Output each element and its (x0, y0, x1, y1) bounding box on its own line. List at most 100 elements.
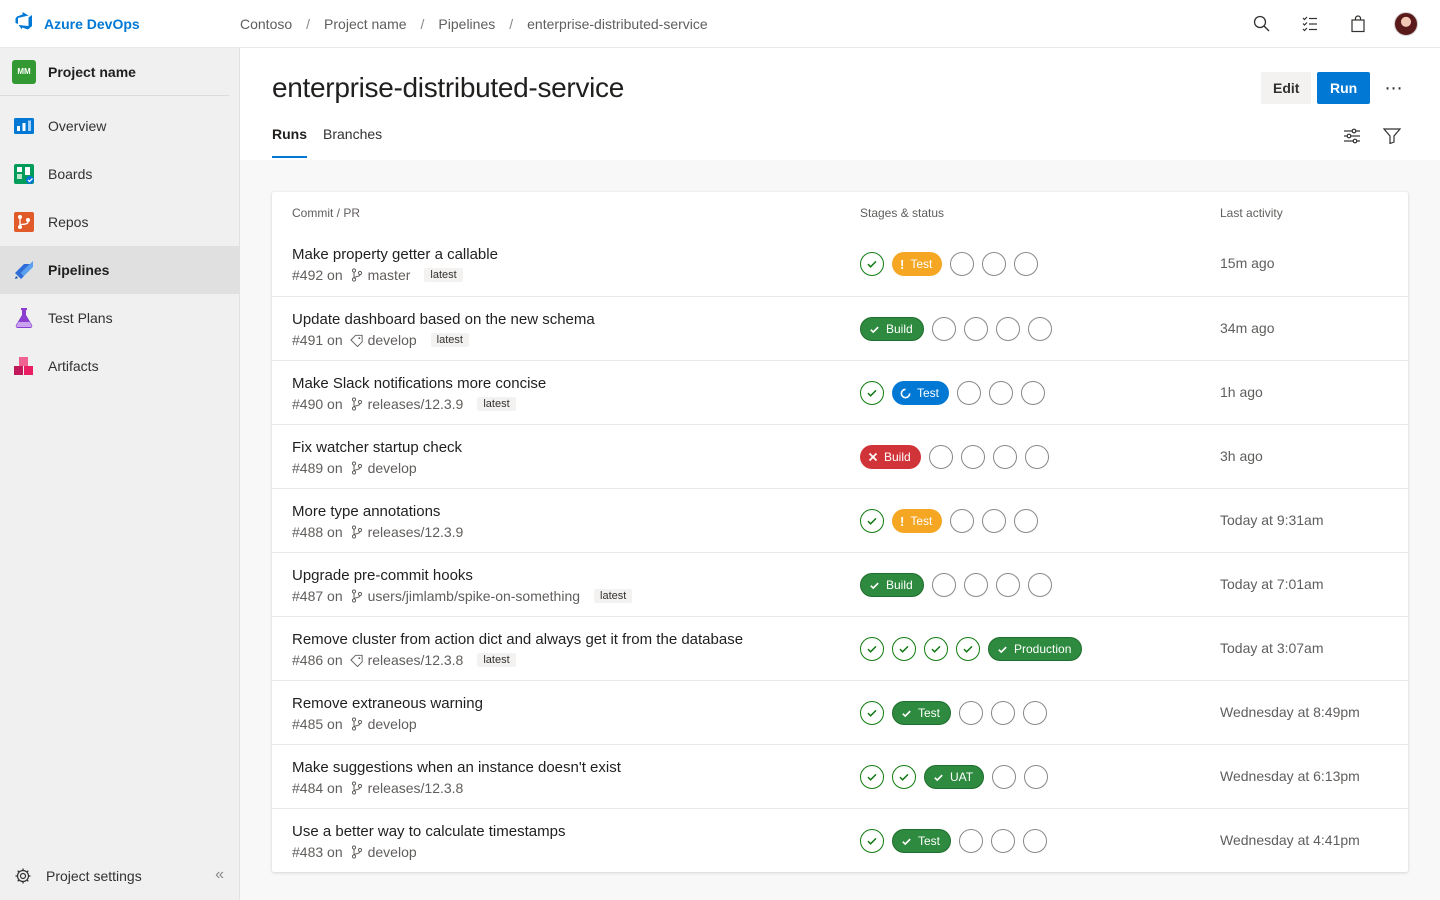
stage-succeeded[interactable] (860, 381, 884, 405)
run-button[interactable]: Run (1317, 72, 1371, 104)
user-menu-button[interactable] (1382, 0, 1430, 48)
stage-pending[interactable] (963, 573, 988, 597)
branch-name[interactable]: releases/12.3.8 (368, 780, 464, 796)
tab-runs[interactable]: Runs (272, 126, 307, 158)
tab-branches[interactable]: Branches (323, 126, 382, 158)
stage-success[interactable]: Test (892, 701, 952, 725)
stage-warning[interactable]: ! Test (892, 252, 943, 276)
stage-pending[interactable] (989, 381, 1014, 405)
sidebar-item-repos[interactable]: Repos (0, 198, 239, 246)
breadcrumb-pipelines[interactable]: Pipelines (438, 16, 495, 32)
table-row[interactable]: More type annotations #488 on releases/12.… (272, 488, 1408, 552)
branch-name[interactable]: releases/12.3.9 (368, 524, 464, 540)
stage-success[interactable]: Production (988, 637, 1083, 661)
stage-succeeded[interactable] (860, 765, 884, 789)
commit-title[interactable]: Update dashboard based on the new schema (292, 311, 595, 328)
table-row[interactable]: Fix watcher startup check #489 on develop B… (272, 424, 1408, 488)
sidebar-item-pipelines[interactable]: Pipelines (0, 246, 239, 294)
stage-succeeded[interactable] (860, 509, 884, 533)
table-row[interactable]: Make Slack notifications more concise #49… (272, 360, 1408, 424)
branch-name[interactable]: releases/12.3.9 (368, 396, 464, 412)
branch-name[interactable]: master (368, 267, 411, 283)
stage-pending[interactable] (950, 252, 975, 276)
search-button[interactable] (1238, 0, 1286, 48)
stage-succeeded[interactable] (956, 637, 980, 661)
column-header-stages[interactable]: Stages & status (860, 206, 944, 220)
stage-pending[interactable] (991, 829, 1016, 853)
marketplace-button[interactable] (1334, 0, 1382, 48)
breadcrumb-contoso[interactable]: Contoso (240, 16, 292, 32)
stage-pending[interactable] (991, 701, 1016, 725)
stage-pending[interactable] (959, 829, 984, 853)
commit-title[interactable]: Remove cluster from action dict and alwa… (292, 631, 743, 648)
stage-pending[interactable] (1021, 381, 1046, 405)
stage-pending[interactable] (995, 573, 1020, 597)
collapse-sidebar-icon[interactable]: « (215, 866, 224, 884)
branch-name[interactable]: develop (368, 460, 417, 476)
commit-title[interactable]: Use a better way to calculate timestamps (292, 823, 565, 840)
commit-title[interactable]: Remove extraneous warning (292, 695, 483, 712)
stage-pending[interactable] (982, 509, 1007, 533)
branch-name[interactable]: develop (368, 844, 417, 860)
table-row[interactable]: Make suggestions when an instance doesn'… (272, 744, 1408, 808)
table-row[interactable]: Use a better way to calculate timestamps… (272, 808, 1408, 872)
stage-pending[interactable] (931, 573, 956, 597)
project-selector[interactable]: MM Project name (0, 48, 229, 96)
stage-failed[interactable]: Build (860, 445, 921, 469)
stage-pending[interactable] (950, 509, 975, 533)
branch-name[interactable]: develop (368, 332, 417, 348)
stage-pending[interactable] (1014, 509, 1039, 533)
stage-succeeded[interactable] (860, 829, 884, 853)
stage-pending[interactable] (992, 765, 1017, 789)
table-row[interactable]: Update dashboard based on the new schema… (272, 296, 1408, 360)
view-options-button[interactable] (1340, 126, 1364, 146)
stage-succeeded[interactable] (892, 637, 916, 661)
stage-pending[interactable] (1023, 829, 1048, 853)
brand[interactable]: Azure DevOps (0, 0, 240, 48)
stage-pending[interactable] (931, 317, 956, 341)
branch-name[interactable]: users/jimlamb/spike-on-something (368, 588, 580, 604)
stage-success[interactable]: UAT (924, 765, 985, 789)
breadcrumb-pipeline[interactable]: enterprise-distributed-service (527, 16, 708, 32)
stage-pending[interactable] (1024, 445, 1049, 469)
stage-pending[interactable] (995, 317, 1020, 341)
table-row[interactable]: Remove cluster from action dict and alwa… (272, 616, 1408, 680)
stage-pending[interactable] (957, 381, 982, 405)
stage-pending[interactable] (928, 445, 953, 469)
sidebar-item-artifacts[interactable]: Artifacts (0, 342, 239, 390)
stage-warning[interactable]: ! Test (892, 509, 943, 533)
stage-pending[interactable] (1027, 317, 1052, 341)
stage-pending[interactable] (1023, 701, 1048, 725)
stage-pending[interactable] (1024, 765, 1049, 789)
table-row[interactable]: Remove extraneous warning #485 on develop T… (272, 680, 1408, 744)
stage-pending[interactable] (982, 252, 1007, 276)
branch-name[interactable]: releases/12.3.8 (368, 652, 464, 668)
stage-pending[interactable] (1014, 252, 1039, 276)
column-header-activity[interactable]: Last activity (1220, 206, 1283, 220)
column-header-commit[interactable]: Commit / PR (292, 206, 360, 220)
sidebar-item-overview[interactable]: Overview (0, 102, 239, 150)
commit-title[interactable]: More type annotations (292, 503, 440, 520)
commit-title[interactable]: Make property getter a callable (292, 246, 498, 263)
stage-pending[interactable] (959, 701, 984, 725)
stage-succeeded[interactable] (860, 252, 884, 276)
sidebar-item-test-plans[interactable]: Test Plans (0, 294, 239, 342)
stage-pending[interactable] (960, 445, 985, 469)
stage-succeeded[interactable] (860, 637, 884, 661)
stage-success[interactable]: Test (892, 829, 952, 853)
stage-succeeded[interactable] (924, 637, 948, 661)
branch-name[interactable]: develop (368, 716, 417, 732)
table-row[interactable]: Make property getter a callable #492 on ma… (272, 232, 1408, 296)
commit-title[interactable]: Fix watcher startup check (292, 439, 462, 456)
table-row[interactable]: Upgrade pre-commit hooks #487 on users/jim… (272, 552, 1408, 616)
stage-pending[interactable] (963, 317, 988, 341)
stage-success[interactable]: Build (860, 317, 924, 341)
filter-button[interactable] (1380, 126, 1404, 146)
work-items-button[interactable] (1286, 0, 1334, 48)
edit-button[interactable]: Edit (1261, 72, 1312, 104)
commit-title[interactable]: Make suggestions when an instance doesn'… (292, 759, 621, 776)
stage-success[interactable]: Build (860, 573, 924, 597)
stage-pending[interactable] (1027, 573, 1052, 597)
stage-pending[interactable] (992, 445, 1017, 469)
breadcrumb-project[interactable]: Project name (324, 16, 406, 32)
